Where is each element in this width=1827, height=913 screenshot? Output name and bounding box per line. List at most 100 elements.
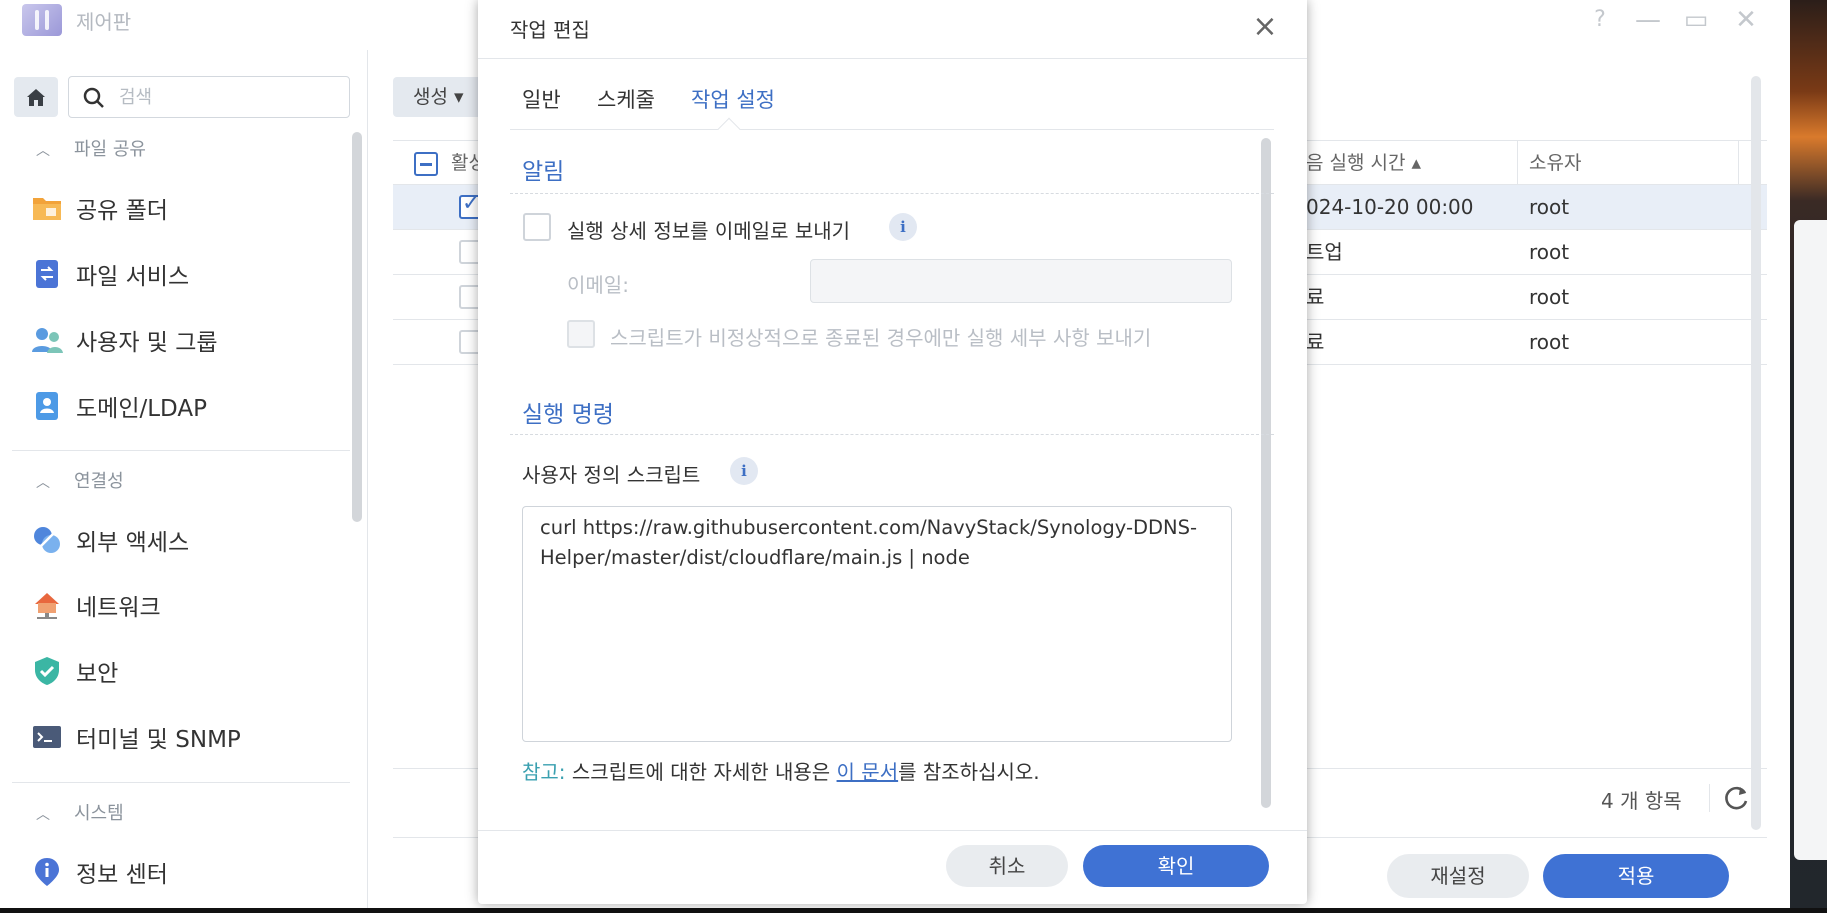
script-note: 참고: 스크립트에 대한 자세한 내용은 이 문서를 참조하십시오. [522, 756, 1040, 785]
note-prefix: 참고: [522, 760, 566, 784]
sidebar: ︿ 파일 공유 공유 폴더 파일 서비스 사용자 및 그룹 도메인/LDAP [0, 50, 368, 908]
run-command-section-title: 실행 명령 [522, 402, 614, 428]
chevron-up-icon: ︿ [36, 475, 50, 491]
sidebar-item-label: 외부 액세스 [76, 530, 190, 556]
chevron-up-icon: ︿ [36, 807, 50, 823]
user-script-label: 사용자 정의 스크립트 [522, 463, 701, 487]
documentation-link[interactable]: 이 문서 [837, 760, 899, 784]
edit-task-dialog: 작업 편집 × 일반 스케줄 작업 설정 알림 실행 상세 정보를 이메일로 보… [478, 0, 1307, 904]
search-box[interactable] [68, 76, 350, 118]
sidebar-item-terminal-snmp[interactable]: 터미널 및 SNMP [30, 717, 350, 757]
info-icon[interactable]: i [730, 457, 758, 485]
section-label: 파일 공유 [74, 139, 146, 160]
help-icon[interactable]: ? [1582, 2, 1618, 38]
content-scrollbar[interactable] [1751, 76, 1761, 830]
shared-folder-icon [30, 191, 64, 225]
tab-schedule[interactable]: 스케줄 [597, 84, 655, 114]
close-window-icon[interactable]: ✕ [1728, 2, 1764, 38]
sidebar-item-security[interactable]: 보안 [30, 651, 350, 691]
search-icon [83, 87, 104, 108]
cell-owner: root [1529, 240, 1570, 264]
create-button[interactable]: 생성 ▾ [393, 77, 483, 117]
select-all-checkbox[interactable] [414, 152, 438, 176]
sidebar-item-label: 공유 폴더 [76, 198, 168, 224]
chevron-up-icon: ︿ [36, 143, 50, 159]
ok-button[interactable]: 확인 [1083, 845, 1269, 887]
refresh-icon[interactable] [1723, 784, 1751, 812]
email-field[interactable] [810, 259, 1232, 303]
home-button[interactable] [14, 77, 58, 117]
minimize-icon[interactable]: — [1630, 2, 1666, 38]
tab-bar-divider [510, 129, 1274, 130]
sidebar-scrollbar[interactable] [352, 132, 362, 522]
sidebar-item-label: 사용자 및 그룹 [76, 330, 218, 356]
abnormal-only-checkbox[interactable] [567, 320, 595, 348]
file-services-icon [30, 257, 64, 291]
reset-button[interactable]: 재설정 [1387, 854, 1529, 898]
window-title: 제어판 [76, 10, 132, 34]
send-email-checkbox[interactable] [523, 213, 551, 241]
external-access-icon [30, 523, 64, 557]
section-divider [510, 193, 1274, 194]
cell-owner: root [1529, 285, 1570, 309]
sidebar-item-info-center[interactable]: 정보 센터 [30, 852, 350, 892]
dialog-scrollbar[interactable] [1261, 138, 1271, 808]
note-text-end: 를 참조하십시오. [898, 760, 1040, 784]
notification-section-title: 알림 [522, 159, 565, 185]
tab-general[interactable]: 일반 [522, 84, 561, 114]
user-group-icon [30, 323, 64, 357]
terminal-icon [30, 720, 64, 754]
column-separator [1517, 141, 1518, 185]
cell-next-run: 료 [1306, 285, 1325, 309]
sidebar-item-label: 파일 서비스 [76, 264, 190, 290]
dialog-header-divider [478, 58, 1307, 59]
maximize-icon[interactable]: ▭ [1678, 2, 1714, 38]
sidebar-item-label: 도메인/LDAP [76, 396, 207, 422]
apply-button[interactable]: 적용 [1543, 854, 1729, 898]
search-input[interactable] [119, 85, 339, 109]
section-label: 시스템 [74, 803, 124, 824]
taskbar-edge [0, 908, 1827, 913]
cell-next-run: 트업 [1306, 240, 1343, 264]
info-center-icon [30, 855, 64, 889]
cell-owner: root [1529, 195, 1570, 219]
sidebar-item-label: 정보 센터 [76, 862, 168, 888]
abnormal-only-label: 스크립트가 비정상적으로 종료된 경우에만 실행 세부 사항 보내기 [610, 326, 1152, 350]
user-script-textarea[interactable]: curl https://raw.githubusercontent.com/N… [522, 506, 1232, 742]
info-icon[interactable]: i [889, 213, 917, 241]
dialog-footer-divider [478, 830, 1307, 831]
sidebar-item-shared-folder[interactable]: 공유 폴더 [30, 188, 350, 228]
sidebar-item-network[interactable]: 네트워크 [30, 585, 350, 625]
cell-owner: root [1529, 330, 1570, 354]
active-tab-indicator [717, 117, 741, 141]
section-connectivity[interactable]: ︿ 연결성 [36, 468, 124, 496]
desktop-background [1790, 0, 1827, 913]
sidebar-divider [12, 450, 350, 451]
network-icon [30, 588, 64, 622]
send-email-label: 실행 상세 정보를 이메일로 보내기 [567, 219, 851, 243]
item-count: 4 개 항목 [1601, 789, 1682, 813]
section-divider [510, 434, 1274, 435]
sidebar-item-label: 네트워크 [76, 595, 161, 621]
section-label: 연결성 [74, 471, 124, 492]
close-icon[interactable]: × [1248, 10, 1282, 44]
column-owner[interactable]: 소유자 [1529, 141, 1581, 185]
sidebar-item-user-group[interactable]: 사용자 및 그룹 [30, 320, 350, 360]
sidebar-item-label: 터미널 및 SNMP [76, 727, 241, 753]
tab-task-settings[interactable]: 작업 설정 [691, 84, 775, 114]
section-system[interactable]: ︿ 시스템 [36, 800, 124, 828]
security-shield-icon [30, 654, 64, 688]
sidebar-item-file-services[interactable]: 파일 서비스 [30, 254, 350, 294]
sidebar-item-domain-ldap[interactable]: 도메인/LDAP [30, 386, 350, 426]
column-next-run[interactable]: 음 실행 시간 ▴ [1306, 141, 1421, 185]
cell-next-run: 료 [1306, 330, 1325, 354]
cancel-button[interactable]: 취소 [946, 845, 1068, 887]
email-label: 이메일: [567, 273, 629, 297]
home-icon [27, 89, 45, 106]
sidebar-divider [12, 782, 350, 783]
domain-ldap-icon [30, 389, 64, 423]
sidebar-item-external-access[interactable]: 외부 액세스 [30, 520, 350, 560]
section-file-sharing[interactable]: ︿ 파일 공유 [36, 136, 146, 164]
column-separator [1738, 141, 1739, 185]
dialog-title: 작업 편집 [510, 18, 590, 42]
